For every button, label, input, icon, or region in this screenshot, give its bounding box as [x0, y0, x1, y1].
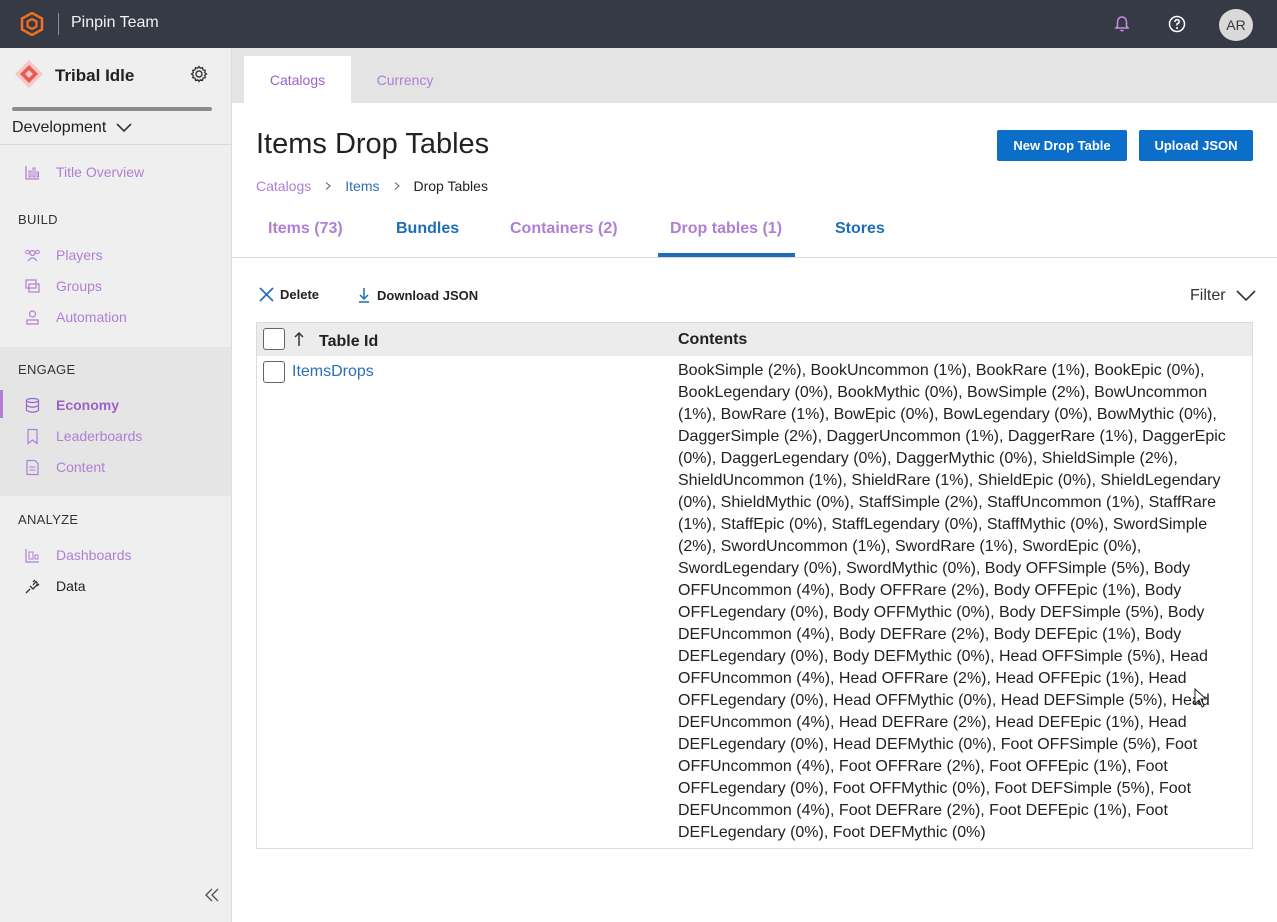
- groups-icon: [25, 279, 40, 293]
- gear-icon[interactable]: [190, 65, 208, 83]
- sidebar-item-label: Players: [56, 247, 103, 263]
- tab-catalogs[interactable]: Catalogs: [244, 56, 351, 103]
- sidebar-item-label: Groups: [56, 278, 102, 294]
- breadcrumb-drop-tables: Drop Tables: [413, 178, 488, 194]
- sidebar-item-label: Content: [56, 459, 106, 475]
- select-all-checkbox[interactable]: [263, 328, 285, 350]
- sidebar-item-label: Title Overview: [56, 164, 145, 180]
- team-name[interactable]: Pinpin Team: [71, 14, 159, 32]
- notification-bell-icon[interactable]: [1113, 15, 1131, 33]
- breadcrumb-items[interactable]: Items: [345, 178, 379, 194]
- delete-button[interactable]: Delete: [259, 287, 319, 302]
- subtab-items[interactable]: Items (73): [268, 220, 343, 238]
- subtab-bundles[interactable]: Bundles: [396, 220, 459, 238]
- drop-tables-table: Table Id Contents ItemsDrops BookSimple …: [256, 322, 1253, 849]
- chevron-down-icon: [1235, 290, 1256, 302]
- sidebar-item-label: Leaderboards: [56, 428, 143, 444]
- topbar-divider: [58, 13, 59, 35]
- playfab-logo-icon[interactable]: [20, 12, 44, 36]
- breadcrumb: Catalogs Items Drop Tables: [256, 178, 488, 194]
- sidebar: Tribal Idle Development Title Overview B…: [0, 48, 232, 922]
- sidebar-item-groups[interactable]: Groups: [0, 272, 231, 300]
- chevron-right-icon: [394, 182, 400, 190]
- sidebar-item-label: Dashboards: [56, 547, 132, 563]
- column-header-table-id[interactable]: Table Id: [319, 333, 378, 351]
- subtab-selected-indicator: [658, 253, 795, 257]
- sidebar-item-label: Automation: [56, 309, 127, 325]
- collapse-sidebar-icon[interactable]: [204, 888, 220, 902]
- upload-json-button[interactable]: Upload JSON: [1139, 130, 1253, 161]
- sidebar-item-title-overview[interactable]: Title Overview: [0, 158, 231, 186]
- divider: [0, 144, 231, 145]
- download-icon: [359, 288, 369, 303]
- new-drop-table-button[interactable]: New Drop Table: [997, 130, 1127, 161]
- title-logo-icon: [15, 60, 43, 88]
- sidebar-item-leaderboards[interactable]: Leaderboards: [0, 422, 231, 450]
- section-label-analyze: ANALYZE: [18, 512, 79, 527]
- page-title: Items Drop Tables: [256, 128, 490, 160]
- sidebar-item-label: Economy: [56, 397, 120, 413]
- row-checkbox[interactable]: [263, 361, 285, 383]
- sidebar-item-label: Data: [56, 578, 86, 594]
- filter-label: Filter: [1190, 287, 1226, 304]
- section-label-engage: ENGAGE: [18, 362, 76, 377]
- sidebar-item-automation[interactable]: Automation: [0, 303, 231, 331]
- bookmark-icon: [27, 428, 38, 445]
- document-icon: [26, 459, 39, 476]
- players-icon: [25, 249, 40, 262]
- environment-dropdown[interactable]: Development: [12, 119, 132, 137]
- download-label: Download JSON: [377, 287, 479, 303]
- mouse-cursor-icon: [1194, 688, 1208, 708]
- sidebar-item-economy[interactable]: Economy: [0, 391, 231, 419]
- column-header-contents: Contents: [678, 331, 748, 348]
- automation-icon: [26, 310, 39, 325]
- catalog-tabs-bar: Catalogs Currency: [232, 48, 1277, 103]
- download-json-button[interactable]: Download JSON: [357, 287, 478, 303]
- top-bar: Pinpin Team AR: [0, 0, 1277, 48]
- dashboard-icon: [25, 549, 39, 563]
- title-name[interactable]: Tribal Idle: [55, 66, 134, 86]
- subtab-drop-tables[interactable]: Drop tables (1): [670, 220, 782, 238]
- delete-label: Delete: [280, 287, 320, 302]
- filter-dropdown[interactable]: Filter: [1190, 287, 1256, 305]
- table-row-id-link[interactable]: ItemsDrops: [292, 363, 374, 381]
- bar-chart-icon: [25, 166, 39, 180]
- subtab-stores[interactable]: Stores: [835, 220, 885, 238]
- table-row-contents: BookSimple (2%), BookUncommon (1%), Book…: [678, 362, 1226, 841]
- section-label-build: BUILD: [18, 212, 58, 227]
- sidebar-item-content[interactable]: Content: [0, 453, 231, 481]
- sidebar-item-dashboards[interactable]: Dashboards: [0, 541, 231, 569]
- environment-label: Development: [12, 119, 107, 136]
- help-icon[interactable]: [1168, 15, 1186, 33]
- sidebar-item-players[interactable]: Players: [0, 241, 231, 269]
- breadcrumb-catalogs[interactable]: Catalogs: [256, 178, 311, 194]
- subtab-containers[interactable]: Containers (2): [510, 220, 618, 238]
- title-progress-bar: [12, 107, 212, 111]
- chevron-right-icon: [325, 182, 332, 190]
- table-header: Table Id Contents: [257, 323, 1252, 356]
- sidebar-item-data[interactable]: Data: [0, 572, 231, 600]
- sort-ascending-icon[interactable]: [293, 331, 305, 347]
- database-icon: [25, 397, 40, 413]
- tab-currency[interactable]: Currency: [360, 56, 450, 103]
- subtab-divider: [232, 257, 1277, 258]
- user-avatar[interactable]: AR: [1219, 9, 1253, 41]
- plug-icon: [25, 579, 40, 594]
- chevron-down-icon: [116, 123, 132, 133]
- close-icon: [259, 287, 274, 302]
